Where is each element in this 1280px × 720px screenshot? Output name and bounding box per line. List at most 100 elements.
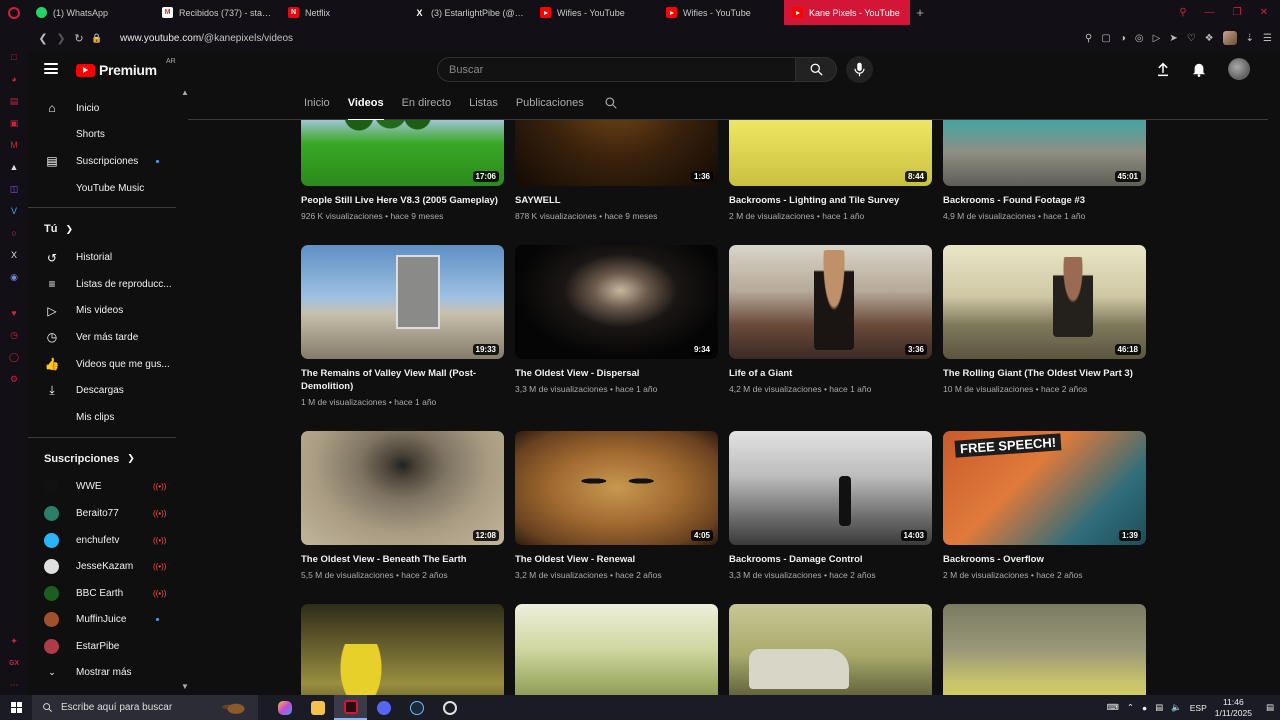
browser-tab[interactable]: Wifies - YouTube xyxy=(532,0,658,25)
search-button[interactable] xyxy=(795,57,837,82)
subscriptions-section-header[interactable]: Suscripciones ❯ xyxy=(28,444,188,474)
channel-search-button[interactable] xyxy=(604,96,618,110)
chat-icon[interactable]: ◯ xyxy=(8,351,20,363)
browser-tab[interactable]: N Netflix xyxy=(280,0,406,25)
video-title[interactable]: Backrooms - Overflow xyxy=(943,553,1146,566)
video-card[interactable] xyxy=(301,604,504,695)
guide-item-watch-later[interactable]: ◷ Ver más tarde xyxy=(28,324,188,351)
taskbar-app-copilot[interactable] xyxy=(268,695,301,720)
keyboard-icon[interactable]: ⌨ xyxy=(1107,702,1119,713)
pin-icon[interactable]: ⚲ xyxy=(1085,33,1092,44)
taskbar-app-discord[interactable] xyxy=(367,695,400,720)
video-title[interactable]: The Oldest View - Renewal xyxy=(515,553,718,566)
volume-icon[interactable]: 🔈 xyxy=(1171,702,1182,713)
video-thumbnail[interactable] xyxy=(515,604,718,695)
video-thumbnail[interactable]: 1:36 xyxy=(515,120,718,186)
opera-logo-icon[interactable] xyxy=(0,0,28,25)
taskbar-app-explorer[interactable] xyxy=(301,695,334,720)
guide-item-playlists[interactable]: ≡ Listas de reproducc... xyxy=(28,271,188,298)
guide-menu-icon[interactable] xyxy=(44,63,58,74)
send-icon[interactable]: ➤ xyxy=(1169,33,1177,44)
url-field[interactable]: www.youtube.com/@kanepixels/videos xyxy=(120,33,293,44)
browser-tab[interactable]: M Recibidos (737) - starlight xyxy=(154,0,280,25)
menu-icon[interactable]: ☰ xyxy=(1263,33,1272,44)
channel-tab[interactable]: Publicaciones xyxy=(516,87,584,120)
show-more-button[interactable]: ⌄ Mostrar más xyxy=(28,660,188,687)
video-title[interactable]: The Remains of Valley View Mall (Post-De… xyxy=(301,367,504,393)
video-thumbnail[interactable]: 4:05 xyxy=(515,431,718,545)
reload-button[interactable]: ↻ xyxy=(70,32,88,45)
video-title[interactable]: People Still Live Here V8.3 (2005 Gamepl… xyxy=(301,194,504,207)
guide-item-inicio[interactable]: ⌂ Inicio xyxy=(28,95,188,122)
video-card[interactable]: 17:06 People Still Live Here V8.3 (2005 G… xyxy=(301,120,504,221)
new-tab-button[interactable]: + xyxy=(912,5,928,21)
taskbar-app-steam[interactable] xyxy=(400,695,433,720)
video-thumbnail[interactable]: 8:44 xyxy=(729,120,932,186)
minimize-button[interactable]: — xyxy=(1205,7,1215,18)
extensions-icon[interactable]: ❖ xyxy=(1205,33,1214,44)
youtube-premium-logo[interactable]: Premium AR xyxy=(76,58,176,78)
video-title[interactable]: The Oldest View - Dispersal xyxy=(515,367,718,380)
video-title[interactable]: The Rolling Giant (The Oldest View Part … xyxy=(943,367,1146,380)
video-card[interactable]: 46:18 The Rolling Giant (The Oldest View … xyxy=(943,245,1146,407)
heart-icon[interactable]: ♡ xyxy=(1187,33,1196,44)
twitch-icon[interactable]: ◫ xyxy=(8,183,20,195)
video-thumbnail[interactable]: 3:36 xyxy=(729,245,932,359)
gx-icon[interactable]: GX xyxy=(8,657,20,669)
video-thumbnail[interactable] xyxy=(301,604,504,695)
guide-item-my-videos[interactable]: ▷ Mis videos xyxy=(28,298,188,325)
browser-tab[interactable]: Wifies - YouTube xyxy=(658,0,784,25)
video-thumbnail[interactable] xyxy=(943,604,1146,695)
upload-icon[interactable] xyxy=(1156,62,1170,77)
video-card[interactable]: 1:39 Backrooms - Overflow 2 M de visualiza… xyxy=(943,431,1146,580)
close-window-button[interactable]: ✕ xyxy=(1260,7,1268,18)
microphone-icon[interactable]: ● xyxy=(1142,703,1147,713)
guide-item-download[interactable]: ⤓ Descargas xyxy=(28,377,188,404)
channel-tab[interactable]: Listas xyxy=(469,87,498,120)
x-icon[interactable]: X xyxy=(8,249,20,261)
video-card[interactable] xyxy=(729,604,932,695)
guide-item-clips[interactable]: Mis clips xyxy=(28,404,188,431)
video-thumbnail[interactable] xyxy=(729,604,932,695)
video-card[interactable] xyxy=(943,604,1146,695)
messenger-icon[interactable]: □ xyxy=(8,51,20,63)
video-thumbnail[interactable]: 14:03 xyxy=(729,431,932,545)
channel-tab[interactable]: En directo xyxy=(402,87,452,120)
video-title[interactable]: SAYWELL xyxy=(515,194,718,207)
video-thumbnail[interactable]: 45:01 xyxy=(943,120,1146,186)
gx-corner-icon[interactable]: ✦ xyxy=(8,635,20,647)
profile-avatar[interactable] xyxy=(1222,31,1237,45)
forward-button[interactable]: ❯ xyxy=(52,32,70,45)
taskbar-search[interactable]: Escribe aquí para buscar xyxy=(32,695,258,720)
gmail-icon[interactable]: M xyxy=(8,139,20,151)
camera-icon[interactable]: ◎ xyxy=(1135,33,1144,44)
search-box[interactable] xyxy=(437,57,796,82)
shield-icon[interactable]: ◑ xyxy=(1120,33,1126,44)
taskbar-app-opera[interactable] xyxy=(334,695,367,720)
subscription-item[interactable]: EstarPibe xyxy=(28,633,188,660)
player-icon[interactable]: ▣ xyxy=(8,117,20,129)
search-input[interactable] xyxy=(449,63,795,76)
channel-tab[interactable]: Inicio xyxy=(304,87,330,120)
video-card[interactable] xyxy=(515,604,718,695)
browser-tab[interactable]: (1) WhatsApp xyxy=(28,0,154,25)
video-card[interactable]: 14:03 Backrooms - Damage Control 3,3 M de … xyxy=(729,431,932,580)
start-button[interactable] xyxy=(0,695,32,720)
more-icon[interactable]: ⋯ xyxy=(8,679,20,691)
notifications-icon[interactable]: ▤ xyxy=(1266,702,1274,713)
subscription-item[interactable]: enchufetv ((•)) xyxy=(28,527,188,554)
vk-icon[interactable]: V xyxy=(8,205,20,217)
guide-item-history[interactable]: ↺ Historial xyxy=(28,244,188,271)
heart-icon[interactable]: ♥ xyxy=(8,307,20,319)
snapshot-icon[interactable]: ▢ xyxy=(1101,33,1110,44)
subscription-item[interactable]: BBC Earth ((•)) xyxy=(28,580,188,607)
subscription-item[interactable]: MuffinJuice xyxy=(28,607,188,634)
guide-item-shorts[interactable]: Shorts xyxy=(28,122,188,149)
video-thumbnail[interactable]: 1:39 xyxy=(943,431,1146,545)
back-button[interactable]: ❮ xyxy=(34,32,52,45)
video-thumbnail[interactable]: 17:06 xyxy=(301,120,504,186)
history-icon[interactable]: ◷ xyxy=(8,329,20,341)
notifications-bell-icon[interactable] xyxy=(1192,61,1206,77)
video-thumbnail[interactable]: 19:33 xyxy=(301,245,504,359)
tray-chevron-up-icon[interactable]: ⌃ xyxy=(1127,702,1134,713)
